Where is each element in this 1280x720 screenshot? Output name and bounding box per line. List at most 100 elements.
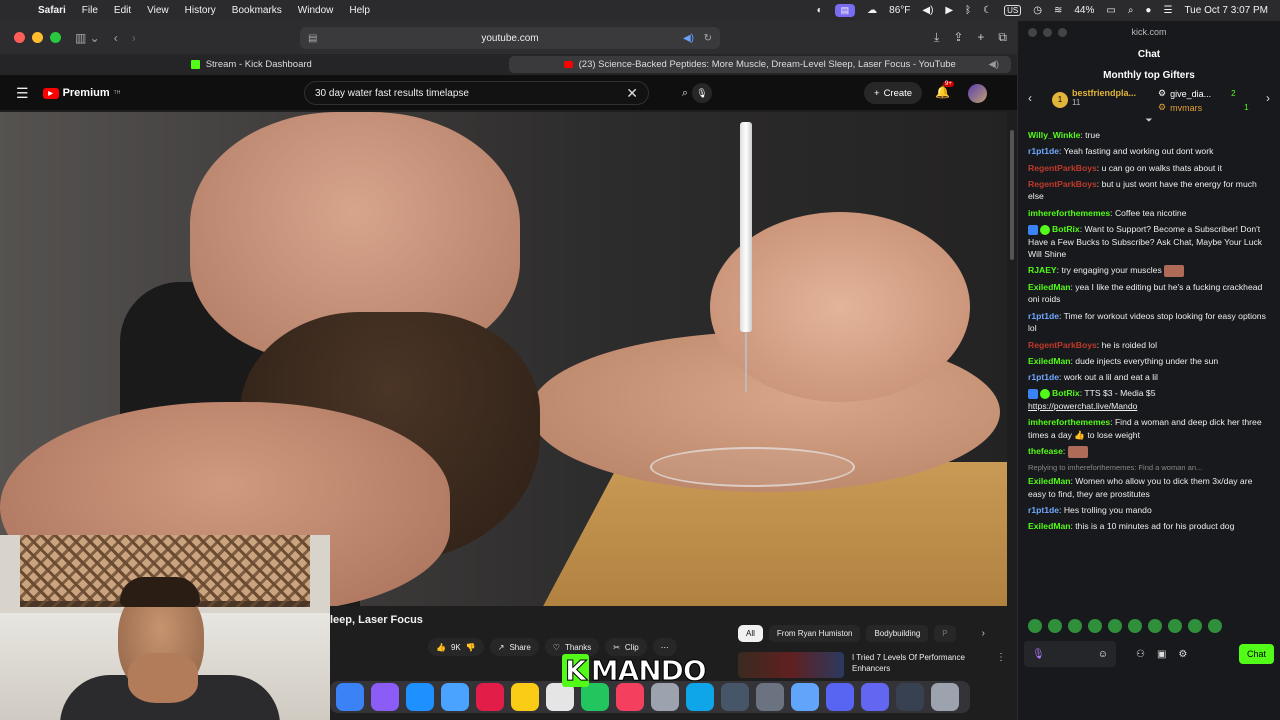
page-scrollbar[interactable] [1010,130,1014,260]
menu-window[interactable]: Window [290,5,342,16]
top-gifter-1[interactable]: 1 bestfriendpla... 11 [1052,88,1136,108]
page-settings-icon[interactable]: ▤ [308,33,317,44]
emote-icon[interactable] [1208,619,1222,633]
chat-username[interactable]: RJAEY [1028,265,1057,275]
sidebar-toggle-icon[interactable]: ▥ ⌄ [75,31,100,45]
chat-username[interactable]: thefease [1028,446,1063,456]
screen-record-icon[interactable]: ◐ [817,5,823,16]
tab-youtube-video[interactable]: (23) Science-Backed Peptides: More Muscl… [508,56,1011,73]
chat-username[interactable]: RegentParkBoys [1028,163,1097,173]
emote-icon[interactable] [1148,619,1162,633]
youtube-premium-logo[interactable]: ▶ Premium TH [42,87,120,99]
chat-username[interactable]: RegentParkBoys [1028,340,1097,350]
back-arrow-icon[interactable]: ‹ [114,31,118,45]
minimize-window-button[interactable] [1043,27,1052,37]
discord-icon[interactable] [826,683,854,711]
menu-help[interactable]: Help [341,5,378,16]
search-input[interactable]: 30 day water fast results timelapse [315,88,469,99]
weather-icon[interactable]: ☁ [867,5,877,16]
chat-input[interactable]: 🎙 ☺ [1024,641,1116,667]
menu-history[interactable]: History [177,5,224,16]
clock-icon[interactable]: ◷ [1033,5,1042,16]
tab-audio-icon[interactable]: ◀) [989,59,999,70]
chat-message[interactable]: imhereforthememes: Find a woman and deep… [1028,416,1270,441]
share-button[interactable]: ↗ Share [489,638,539,656]
chip-next[interactable]: P [934,625,956,642]
menu-view[interactable]: View [139,5,177,16]
chat-message[interactable]: imhereforthememes: Coffee tea nicotine [1028,207,1270,220]
create-button[interactable]: + Create [864,82,923,104]
emote-icon[interactable] [1068,619,1082,633]
like-button[interactable]: 👍 9K 👎 [428,638,484,656]
menubar-datetime[interactable]: Tue Oct 7 3:07 PM [1184,5,1268,16]
menu-app[interactable]: Safari [38,5,74,16]
chat-message[interactable]: thefease: [1028,445,1270,458]
rec-more-icon[interactable]: ⋮ [996,652,1006,663]
rec-title[interactable]: I Tried 7 Levels Of Performance Enhancer… [852,652,982,674]
hamburger-menu-icon[interactable]: ☰ [16,85,29,102]
chip-bodybuilding[interactable]: Bodybuilding [866,625,929,642]
mail-app-icon[interactable] [861,683,889,711]
chat-message[interactable]: RegentParkBoys: he is roided lol [1028,339,1270,352]
chevron-right-icon[interactable]: › [1266,91,1270,105]
chevron-left-icon[interactable]: ‹ [1028,91,1032,105]
chat-message[interactable]: RegentParkBoys: u can go on walks thats … [1028,162,1270,175]
control-center-icon[interactable]: ☰ [1163,5,1172,16]
account-avatar[interactable] [968,84,987,103]
play-pause-icon[interactable]: ▶ [945,5,953,16]
obs-icon[interactable] [721,683,749,711]
chat-message[interactable]: RJAEY: try engaging your muscles [1028,264,1270,278]
chat-message[interactable]: ExiledMan: yea I like the editing but he… [1028,281,1270,306]
emote-icon[interactable] [1108,619,1122,633]
thumbs-down-icon[interactable]: 👎 [466,643,476,652]
emote-icon[interactable] [1128,619,1142,633]
chat-message[interactable]: BotRix: TTS $3 - Media $5 https://powerch… [1028,387,1270,412]
battery-percent[interactable]: 44% [1074,5,1094,16]
chat-username[interactable]: BotRix [1052,388,1080,398]
chat-message[interactable]: ExiledMan: this is a 10 minutes ad for h… [1028,520,1270,533]
chat-username[interactable]: ExiledMan [1028,356,1071,366]
emote-icon[interactable] [1028,619,1042,633]
emote-icon[interactable] [1188,619,1202,633]
chat-message[interactable]: ExiledMan: Women who allow you to dick t… [1028,475,1270,500]
chat-username[interactable]: ExiledMan [1028,282,1071,292]
chat-username[interactable]: RegentParkBoys [1028,179,1097,189]
emote-icon[interactable] [1168,619,1182,633]
finder-icon[interactable] [336,683,364,711]
mods-icon[interactable]: ⚇ [1136,649,1145,660]
gifter-3[interactable]: ⚙ mvmars 1 [1158,102,1249,113]
chat-username[interactable]: BotRix [1052,224,1080,234]
tab-overview-icon[interactable]: ⧉ [998,30,1007,45]
chat-username[interactable]: r1pt1de [1028,372,1059,382]
app-icon[interactable] [371,683,399,711]
emote-icon[interactable] [1048,619,1062,633]
gift-box-icon[interactable]: ▣ [1157,649,1166,660]
chat-message[interactable]: r1pt1de: Hes trolling you mando [1028,504,1270,517]
weather-temp[interactable]: 86°F [889,5,910,16]
zoom-window-button[interactable] [50,32,61,43]
voice-search-icon[interactable]: 🎙 [692,83,712,103]
wifi-icon[interactable]: ≋ [1054,5,1062,16]
volume-icon[interactable]: ◀) [922,5,933,16]
siri-icon[interactable]: ● [1145,5,1151,16]
menu-file[interactable]: File [74,5,106,16]
send-chat-button[interactable]: Chat [1238,644,1274,664]
chat-message[interactable]: ExiledMan: dude injects everything under… [1028,355,1270,368]
downloads-icon[interactable]: ⤓ [934,30,939,45]
notifications-bell-icon[interactable]: 🔔 9+ [935,81,954,99]
focus-moon-icon[interactable]: ☾ [983,5,992,16]
clear-search-icon[interactable]: ✕ [626,85,638,102]
chat-message[interactable]: r1pt1de: work out a lil and eat a lil [1028,371,1270,384]
trash-icon[interactable] [931,683,959,711]
screenshot-icon[interactable] [896,683,924,711]
emote-icon[interactable] [1088,619,1102,633]
share-icon[interactable]: ⇪ [953,30,963,45]
address-bar[interactable]: ▤ youtube.com ◀) ↻ [300,27,720,49]
chevron-right-icon[interactable]: › [982,628,985,639]
chat-message[interactable]: BotRix: Want to Support? Become a Subscr… [1028,223,1270,261]
reload-icon[interactable]: ↻ [704,33,712,44]
new-tab-icon[interactable]: + [977,30,984,45]
chat-message[interactable]: RegentParkBoys: but u just wont have the… [1028,178,1270,203]
chip-all[interactable]: All [738,625,763,642]
chat-username[interactable]: ExiledMan [1028,476,1071,486]
